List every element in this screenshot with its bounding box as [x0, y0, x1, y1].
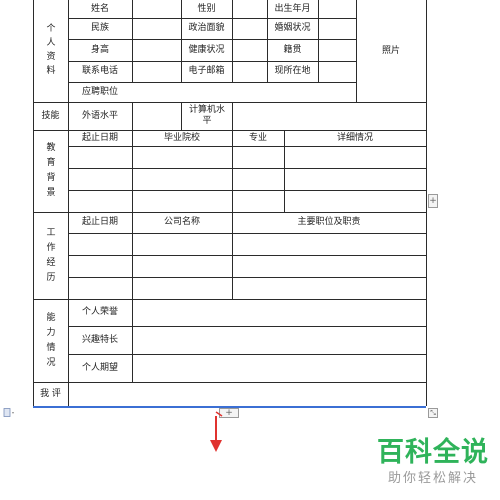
grid-line	[426, 0, 427, 406]
grid-line	[132, 0, 133, 82]
grid-line	[232, 0, 233, 82]
resume-document: 个人资料 姓名 性别 出生年月 民族 政治面貌 婚姻状况 身高 健康状况 籍贯 …	[0, 0, 500, 500]
watermark-title: 百科全说	[377, 437, 489, 468]
grid-line	[181, 102, 182, 130]
edu-header-major: 专业	[248, 132, 267, 143]
add-column-button[interactable]: +	[428, 194, 438, 208]
label-honors: 个人荣誉	[81, 307, 118, 317]
label-language: 外语水平	[81, 110, 118, 121]
grid-line	[33, 382, 427, 383]
label-height: 身高	[90, 44, 109, 55]
table-resize-handle[interactable]: ⤡	[428, 408, 438, 418]
label-phone: 联系电话	[81, 66, 118, 76]
label-email: 电子邮箱	[188, 66, 225, 76]
label-interests: 兴趣特长	[81, 334, 118, 345]
arrow-up-icon	[210, 411, 223, 452]
section-work: 工作经历	[46, 228, 56, 283]
grid-line	[318, 0, 319, 82]
grid-line	[68, 168, 427, 169]
work-header-company: 公司名称	[163, 217, 200, 227]
label-politics: 政治面貌	[188, 23, 225, 33]
watermark-logo: 百科全说 助你轻松解决	[376, 436, 490, 488]
section-evaluation: 我 评	[40, 388, 61, 399]
grid-line	[132, 299, 133, 382]
edu-header-school: 毕业院校	[163, 132, 200, 143]
edu-header-dates: 起止日期	[81, 132, 118, 143]
section-education: 教育背景	[46, 143, 56, 198]
label-name: 姓名	[90, 3, 109, 14]
watermark-subtitle: 助你轻松解决	[387, 471, 478, 486]
grid-line	[68, 146, 427, 147]
label-marital: 婚姻状况	[274, 23, 311, 33]
grid-line	[33, 0, 34, 406]
label-computer: 计算机水平	[188, 105, 225, 126]
label-health: 健康状况	[188, 44, 225, 55]
section-ability: 能力情况	[46, 313, 56, 368]
label-residence: 现所在地	[274, 66, 311, 76]
grid-line	[68, 190, 427, 191]
section-skills: 技能	[41, 110, 60, 121]
grid-line	[68, 255, 427, 256]
label-origin: 籍贯	[283, 44, 302, 55]
work-header-dates: 起止日期	[81, 217, 118, 227]
label-photo: 照片	[381, 45, 400, 56]
edu-header-details: 详细情况	[336, 132, 373, 143]
label-ethnicity: 民族	[90, 23, 109, 33]
grid-line	[132, 102, 133, 130]
label-birth: 出生年月	[274, 3, 311, 14]
grid-line	[68, 277, 427, 278]
label-expectations: 个人期望	[81, 362, 118, 373]
label-gender: 性别	[197, 3, 216, 14]
work-header-duties: 主要职位及职责	[297, 217, 361, 227]
label-position: 应聘职位	[81, 86, 118, 97]
section-personal: 个人资料	[46, 24, 56, 76]
grid-line	[68, 233, 427, 234]
grid-line	[232, 102, 233, 130]
document-icon[interactable]	[3, 408, 15, 418]
